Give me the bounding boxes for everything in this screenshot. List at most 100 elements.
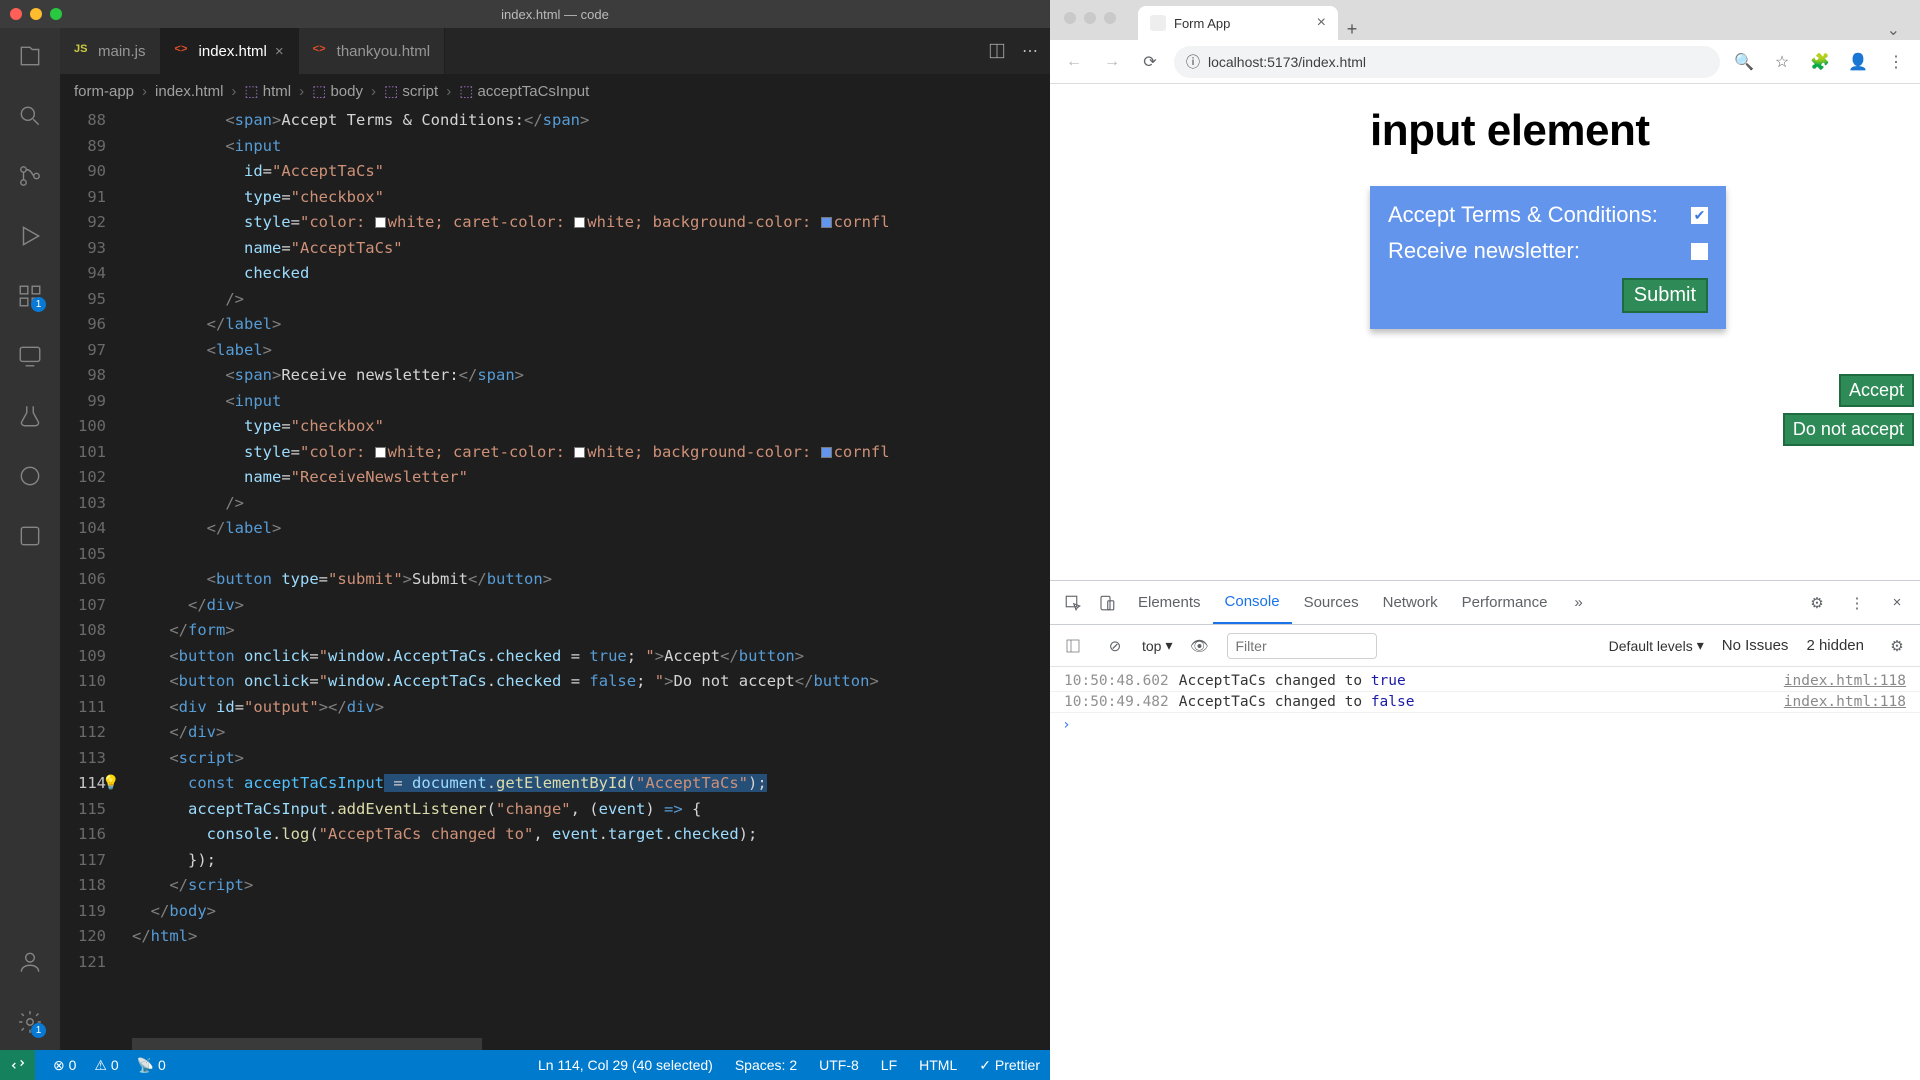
inspect-element-icon[interactable] — [1058, 588, 1088, 618]
code-line[interactable]: 108 </form> — [60, 618, 1050, 644]
source-control-icon[interactable] — [12, 158, 48, 194]
extensions-icon[interactable]: 1 — [12, 278, 48, 314]
horizontal-scrollbar[interactable] — [132, 1038, 482, 1050]
code-line[interactable]: 90 id="AcceptTaCs" — [60, 159, 1050, 185]
code-line[interactable]: 107 </div> — [60, 593, 1050, 619]
extra-icon-1[interactable] — [12, 458, 48, 494]
code-line[interactable]: 121 — [60, 950, 1050, 976]
code-line[interactable]: 120</html> — [60, 924, 1050, 950]
clear-console-icon[interactable]: ⊘ — [1100, 631, 1130, 661]
code-line[interactable]: 105 — [60, 542, 1050, 568]
encoding[interactable]: UTF-8 — [819, 1057, 859, 1074]
gear-icon[interactable]: 1 — [12, 1004, 48, 1040]
code-line[interactable]: 92 style="color: white; caret-color: whi… — [60, 210, 1050, 236]
context-selector[interactable]: top ▾ — [1142, 637, 1173, 654]
log-source-link[interactable]: index.html:118 — [1784, 694, 1906, 710]
submit-button[interactable]: Submit — [1622, 278, 1708, 313]
breadcrumb-item[interactable]: ⬚ script — [384, 82, 438, 100]
code-line[interactable]: 97 <label> — [60, 338, 1050, 364]
minimize-window-icon[interactable] — [30, 8, 42, 20]
code-line[interactable]: 113 <script> — [60, 746, 1050, 772]
devtools-settings-icon[interactable]: ⚙ — [1802, 588, 1832, 618]
nav-back-icon[interactable]: ← — [1060, 48, 1088, 76]
editor-tab[interactable]: JSmain.js — [60, 28, 161, 74]
split-editor-icon[interactable] — [988, 42, 1006, 60]
live-expression-icon[interactable]: 👁 — [1185, 631, 1215, 661]
accept-button[interactable]: Accept — [1839, 374, 1914, 407]
code-line[interactable]: 91 type="checkbox" — [60, 185, 1050, 211]
formatter[interactable]: ✓ Prettier — [979, 1057, 1040, 1074]
code-line[interactable]: 89 <input — [60, 134, 1050, 160]
code-line[interactable]: 117 }); — [60, 848, 1050, 874]
more-tabs-icon[interactable]: » — [1564, 588, 1594, 618]
errors-count[interactable]: ⊗ 0 — [53, 1057, 76, 1074]
browser-close-icon[interactable] — [1064, 12, 1076, 24]
code-line[interactable]: 💡114 const acceptTaCsInput = document.ge… — [60, 771, 1050, 797]
editor-tab[interactable]: <>index.html× — [161, 28, 299, 74]
code-line[interactable]: 109 <button onclick="window.AcceptTaCs.c… — [60, 644, 1050, 670]
code-line[interactable]: 115 acceptTaCsInput.addEventListener("ch… — [60, 797, 1050, 823]
search-icon[interactable] — [12, 98, 48, 134]
remote-indicator[interactable] — [0, 1050, 35, 1080]
code-line[interactable]: 96 </label> — [60, 312, 1050, 338]
cursor-position[interactable]: Ln 114, Col 29 (40 selected) — [538, 1057, 713, 1074]
run-debug-icon[interactable] — [12, 218, 48, 254]
code-editor[interactable]: 88 <span>Accept Terms & Conditions:</spa… — [60, 108, 1050, 1050]
more-actions-icon[interactable]: ⋯ — [1022, 41, 1038, 61]
console-log-row[interactable]: 10:50:48.602AcceptTaCs changed to truein… — [1050, 671, 1920, 692]
do-not-accept-button[interactable]: Do not accept — [1783, 413, 1914, 446]
account-icon[interactable] — [12, 944, 48, 980]
code-line[interactable]: 119 </body> — [60, 899, 1050, 925]
code-line[interactable]: 100 type="checkbox" — [60, 414, 1050, 440]
devtools-tab[interactable]: Network — [1371, 581, 1450, 624]
code-line[interactable]: 101 style="color: white; caret-color: wh… — [60, 440, 1050, 466]
lightbulb-icon[interactable]: 💡 — [102, 771, 119, 797]
extensions-puzzle-icon[interactable]: 🧩 — [1806, 48, 1834, 76]
test-icon[interactable] — [12, 398, 48, 434]
devtools-menu-icon[interactable]: ⋮ — [1842, 588, 1872, 618]
devtools-tab[interactable]: Sources — [1292, 581, 1371, 624]
newsletter-checkbox[interactable] — [1691, 243, 1708, 260]
warnings-count[interactable]: ⚠ 0 — [94, 1057, 118, 1074]
code-line[interactable]: 112 </div> — [60, 720, 1050, 746]
console-prompt[interactable]: › — [1050, 713, 1920, 737]
devtools-close-icon[interactable]: × — [1882, 588, 1912, 618]
tab-close-icon[interactable]: × — [1317, 14, 1326, 32]
new-tab-button[interactable]: + — [1338, 19, 1366, 40]
maximize-window-icon[interactable] — [50, 8, 62, 20]
devtools-tab[interactable]: Performance — [1450, 581, 1560, 624]
zoom-icon[interactable]: 🔍 — [1730, 48, 1758, 76]
code-line[interactable]: 118 </script> — [60, 873, 1050, 899]
code-line[interactable]: 111 <div id="output"></div> — [60, 695, 1050, 721]
console-filter-input[interactable] — [1227, 633, 1377, 659]
breadcrumb-item[interactable]: form-app — [74, 83, 134, 100]
code-line[interactable]: 104 </label> — [60, 516, 1050, 542]
remote-explorer-icon[interactable] — [12, 338, 48, 374]
editor-tab[interactable]: <>thankyou.html — [299, 28, 445, 74]
code-line[interactable]: 106 <button type="submit">Submit</button… — [60, 567, 1050, 593]
code-line[interactable]: 116 console.log("AcceptTaCs changed to",… — [60, 822, 1050, 848]
eol[interactable]: LF — [881, 1057, 897, 1074]
close-window-icon[interactable] — [10, 8, 22, 20]
breadcrumb-item[interactable]: ⬚ acceptTaCsInput — [459, 82, 589, 100]
address-bar[interactable]: ⓘ localhost:5173/index.html — [1174, 46, 1720, 78]
indentation[interactable]: Spaces: 2 — [735, 1057, 797, 1074]
console-log-row[interactable]: 10:50:49.482AcceptTaCs changed to falsei… — [1050, 692, 1920, 713]
browser-minimize-icon[interactable] — [1084, 12, 1096, 24]
log-source-link[interactable]: index.html:118 — [1784, 673, 1906, 689]
reload-icon[interactable]: ⟳ — [1136, 48, 1164, 76]
nav-forward-icon[interactable]: → — [1098, 48, 1126, 76]
code-line[interactable]: 110 <button onclick="window.AcceptTaCs.c… — [60, 669, 1050, 695]
breadcrumb-item[interactable]: index.html — [155, 83, 223, 100]
tab-close-icon[interactable]: × — [275, 43, 284, 60]
console-sidebar-icon[interactable] — [1058, 631, 1088, 661]
code-line[interactable]: 98 <span>Receive newsletter:</span> — [60, 363, 1050, 389]
devtools-tab[interactable]: Elements — [1126, 581, 1213, 624]
site-info-icon[interactable]: ⓘ — [1186, 52, 1200, 72]
tab-dropdown-icon[interactable]: ⌄ — [1877, 20, 1910, 40]
log-levels-selector[interactable]: Default levels ▾ — [1609, 637, 1704, 654]
code-line[interactable]: 95 /> — [60, 287, 1050, 313]
code-line[interactable]: 88 <span>Accept Terms & Conditions:</spa… — [60, 108, 1050, 134]
issues-indicator[interactable]: No Issues — [1722, 637, 1789, 654]
extra-icon-2[interactable] — [12, 518, 48, 554]
